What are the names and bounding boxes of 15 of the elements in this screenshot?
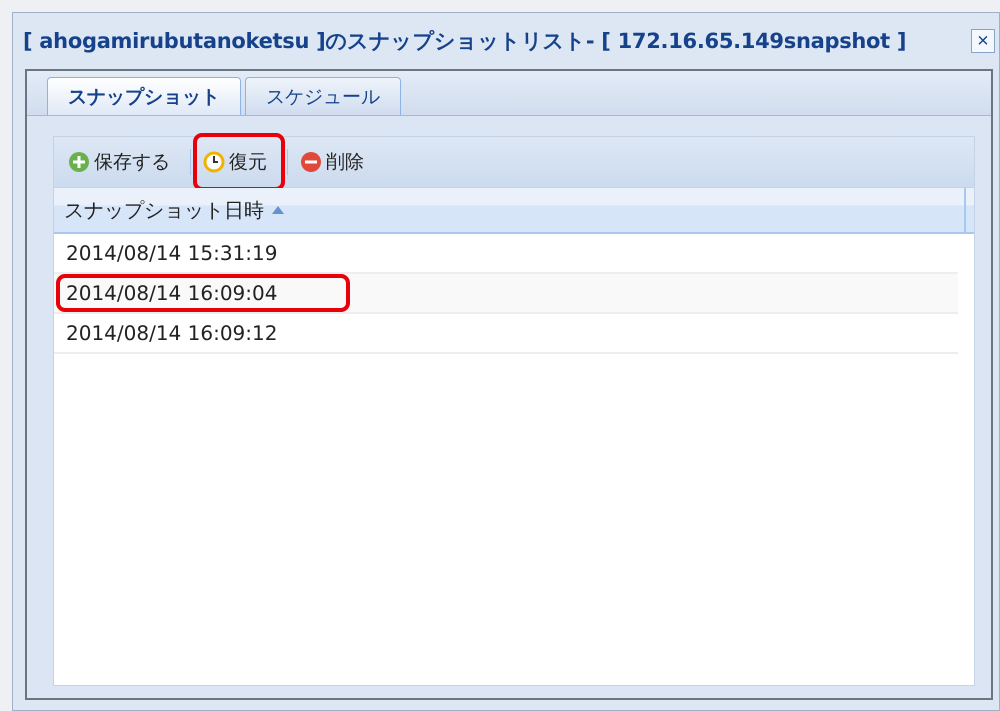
column-header[interactable]: スナップショット日時 [64,196,264,224]
clock-icon [203,151,225,173]
toolbar-button[interactable]: 復元 [201,145,269,179]
table-cell: 2014/08/14 16:09:04 [66,281,278,305]
table-row[interactable]: 2014/08/14 16:09:04 [54,274,958,314]
toolbar-button[interactable]: 削除 [298,145,366,179]
window-title: [ ahogamirubutanoketsu ]のスナップショットリスト- [ 172.16.65.149snapshot ] [23,28,906,55]
plus-icon [68,151,90,173]
table-cell: 2014/08/14 15:31:19 [66,241,278,265]
minus-icon [300,151,322,173]
toolbar-button[interactable]: 保存する [66,145,172,179]
tab[interactable]: スナップショット [47,77,241,115]
table-cell: 2014/08/14 16:09:12 [66,321,278,345]
tab[interactable]: スケジュール [245,77,401,115]
close-button[interactable]: × [971,29,995,53]
